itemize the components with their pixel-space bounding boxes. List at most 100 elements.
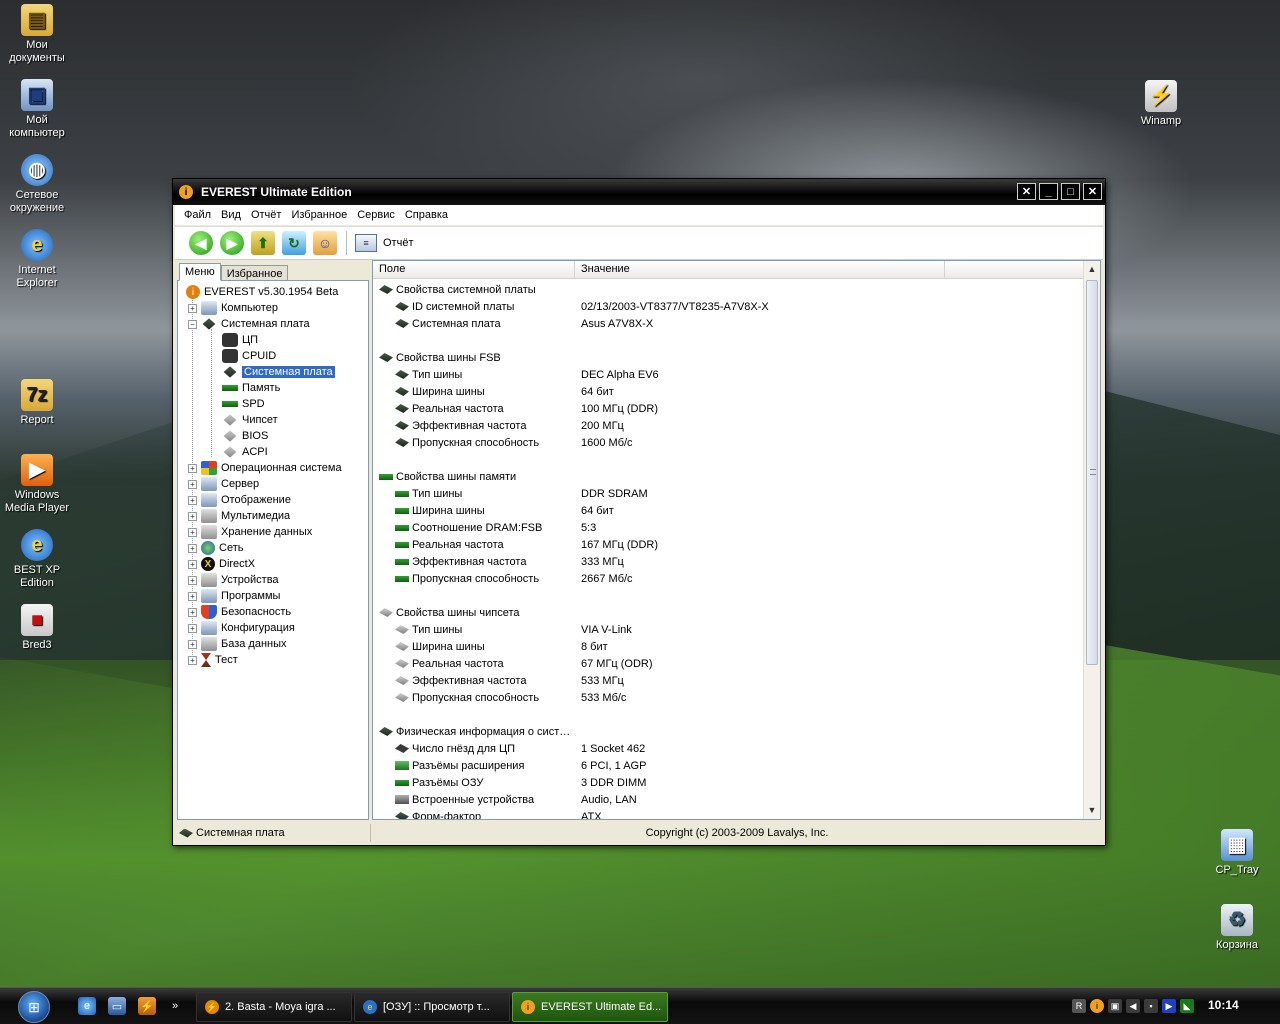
tree-item-acpi[interactable]: ACPI (222, 444, 268, 460)
table-row[interactable]: Эффективная частота 333 МГц (395, 553, 881, 570)
table-row[interactable]: Разъёмы ОЗУ 3 DDR DIMM (395, 774, 881, 791)
table-row[interactable]: Ширина шины 8 бит (395, 638, 881, 655)
table-row[interactable]: Реальная частота 67 МГц (ODR) (395, 655, 881, 672)
forward-arrow-icon[interactable]: ▶ (220, 231, 244, 255)
expand-icon[interactable]: + (188, 527, 197, 537)
expand-icon[interactable]: + (188, 591, 197, 601)
expand-icon[interactable]: + (188, 463, 197, 473)
scroll-thumb[interactable] (1086, 280, 1098, 665)
desktop-icon-cp-tray[interactable]: ▦ CP_Tray (1200, 829, 1274, 877)
collapse-icon[interactable]: − (188, 319, 197, 329)
tree-item-storage[interactable]: + Хранение данных (188, 524, 312, 540)
up-folder-icon[interactable]: ⬆ (251, 231, 275, 255)
expand-icon[interactable]: + (188, 639, 197, 649)
desktop-icon-bred3[interactable]: ■ Bred3 (0, 604, 74, 652)
tree-item-network[interactable]: + Сеть (188, 540, 243, 556)
refresh-icon[interactable]: ↻ (282, 231, 306, 255)
table-row[interactable]: Ширина шины 64 бит (395, 383, 881, 400)
menu-report[interactable]: Отчёт (246, 209, 286, 221)
everest-tray-icon[interactable]: i (1090, 999, 1104, 1013)
quicklaunch-desktop-icon[interactable]: ▭ (108, 997, 126, 1015)
report-button[interactable]: ≡ Отчёт (355, 234, 413, 252)
expand-icon[interactable]: + (188, 495, 197, 505)
section-header[interactable]: Свойства шины памяти (379, 468, 581, 485)
tree-item-bios[interactable]: BIOS (222, 428, 268, 444)
tree-item-security[interactable]: + Безопасность (188, 604, 291, 620)
task-button-browser[interactable]: e [ОЗУ] :: Просмотр т... (354, 992, 510, 1022)
menu-service[interactable]: Сервис (352, 209, 400, 221)
close-alt-icon[interactable]: ✕ (1017, 183, 1036, 200)
tab-menu[interactable]: Меню (179, 263, 221, 281)
task-button-everest[interactable]: i EVEREST Ultimate Ed... (512, 992, 668, 1022)
quicklaunch-ie-icon[interactable]: e (78, 997, 96, 1015)
table-row[interactable]: Тип шины VIA V-Link (395, 621, 881, 638)
quicklaunch-winamp-icon[interactable]: ⚡ (138, 997, 156, 1015)
section-header[interactable]: Свойства шины чипсета (379, 604, 581, 621)
scroll-up-icon[interactable]: ▲ (1084, 261, 1100, 277)
desktop-icon-winamp[interactable]: ⚡ Winamp (1124, 80, 1198, 128)
menu-favorites[interactable]: Избранное (286, 209, 352, 221)
back-arrow-icon[interactable]: ◀ (189, 231, 213, 255)
expand-icon[interactable]: + (188, 607, 197, 617)
expand-icon[interactable]: + (188, 559, 197, 569)
nvidia-tray-icon[interactable]: ◣ (1180, 999, 1194, 1013)
menu-help[interactable]: Справка (400, 209, 453, 221)
desktop-icon-report[interactable]: 7z Report (0, 379, 74, 427)
expand-icon[interactable]: + (188, 479, 197, 489)
desktop-icon-my-documents[interactable]: ▤ Мои документы (0, 4, 74, 65)
tree-item-chipset[interactable]: Чипсет (222, 412, 278, 428)
tree-item-display[interactable]: + Отображение (188, 492, 291, 508)
table-row[interactable]: Число гнёзд для ЦП 1 Socket 462 (395, 740, 881, 757)
expand-icon[interactable]: + (188, 575, 197, 585)
quicklaunch-more-icon[interactable]: » (166, 997, 184, 1015)
task-button-media[interactable]: ⚡ 2. Basta - Moya igra ... (196, 992, 352, 1022)
tree-item-programs[interactable]: + Программы (188, 588, 280, 604)
table-row[interactable]: Пропускная способность 1600 Мб/с (395, 434, 881, 451)
table-row[interactable]: Эффективная частота 200 МГц (395, 417, 881, 434)
table-row[interactable]: Пропускная способность 2667 Мб/с (395, 570, 881, 587)
tree-item-os[interactable]: + Операционная система (188, 460, 342, 476)
vertical-scrollbar[interactable]: ▲ ▼ (1083, 261, 1100, 819)
table-row[interactable]: Реальная частота 100 МГц (DDR) (395, 400, 881, 417)
tab-favorites[interactable]: Избранное (220, 265, 289, 281)
tree-item-spd[interactable]: SPD (222, 396, 265, 412)
table-row[interactable]: Ширина шины 64 бит (395, 502, 881, 519)
tree-item-test[interactable]: + Тест (188, 652, 238, 668)
volume-icon[interactable]: ◀ (1126, 999, 1140, 1013)
tree-item-memory[interactable]: Память (222, 380, 280, 396)
clock[interactable]: 10:14 (1208, 998, 1239, 1012)
network-tray-icon[interactable]: ▣ (1108, 999, 1122, 1013)
table-row[interactable]: Разъёмы расширения 6 PCI, 1 AGP (395, 757, 881, 774)
table-row[interactable]: Системная плата Asus A7V8X-X (395, 315, 881, 332)
tree-item-cpu[interactable]: ЦП (222, 332, 258, 348)
column-field[interactable]: Поле (373, 261, 575, 278)
table-row[interactable]: Форм-фактор ATX (395, 808, 881, 819)
window-titlebar[interactable]: i EVEREST Ultimate Edition ✕ _ □ ✕ (173, 179, 1105, 205)
tree-item-devices[interactable]: + Устройства (188, 572, 279, 588)
tree-item-directx[interactable]: + X DirectX (188, 556, 255, 572)
users-icon[interactable]: ☺ (313, 231, 337, 255)
tree-item-config[interactable]: + Конфигурация (188, 620, 295, 636)
desktop-icon-recycle-bin[interactable]: ♻ Корзина (1200, 904, 1274, 952)
desktop-icon-best-xp[interactable]: e BEST XP Edition (0, 529, 74, 590)
tree-item-multimedia[interactable]: + Мультимедиа (188, 508, 290, 524)
desktop-icon-network[interactable]: ◍ Сетевое окружение (0, 154, 74, 215)
table-row[interactable]: Реальная частота 167 МГц (DDR) (395, 536, 881, 553)
column-value[interactable]: Значение (575, 261, 945, 278)
tree-item-cpuid[interactable]: CPUID (222, 348, 276, 364)
table-row[interactable]: Тип шины DEC Alpha EV6 (395, 366, 881, 383)
table-row[interactable]: Пропускная способность 533 Мб/с (395, 689, 881, 706)
desktop-icon-my-computer[interactable]: ▣ Мой компьютер (0, 79, 74, 140)
tree-item-database[interactable]: + База данных (188, 636, 287, 652)
desktop-icon-internet-explorer[interactable]: e Internet Explorer (0, 229, 74, 290)
expand-icon[interactable]: + (188, 655, 197, 665)
table-row[interactable]: Соотношение DRAM:FSB 5:3 (395, 519, 881, 536)
menu-view[interactable]: Вид (216, 209, 246, 221)
table-row[interactable]: ID системной платы 02/13/2003-VT8377/VT8… (395, 298, 881, 315)
tree-item-motherboard-group[interactable]: − Системная плата (188, 316, 310, 332)
expand-icon[interactable]: + (188, 623, 197, 633)
table-row[interactable]: Тип шины DDR SDRAM (395, 485, 881, 502)
tree-item-computer[interactable]: + Компьютер (188, 300, 278, 316)
start-button[interactable]: ⊞ (18, 991, 50, 1023)
close-button[interactable]: ✕ (1083, 183, 1102, 200)
